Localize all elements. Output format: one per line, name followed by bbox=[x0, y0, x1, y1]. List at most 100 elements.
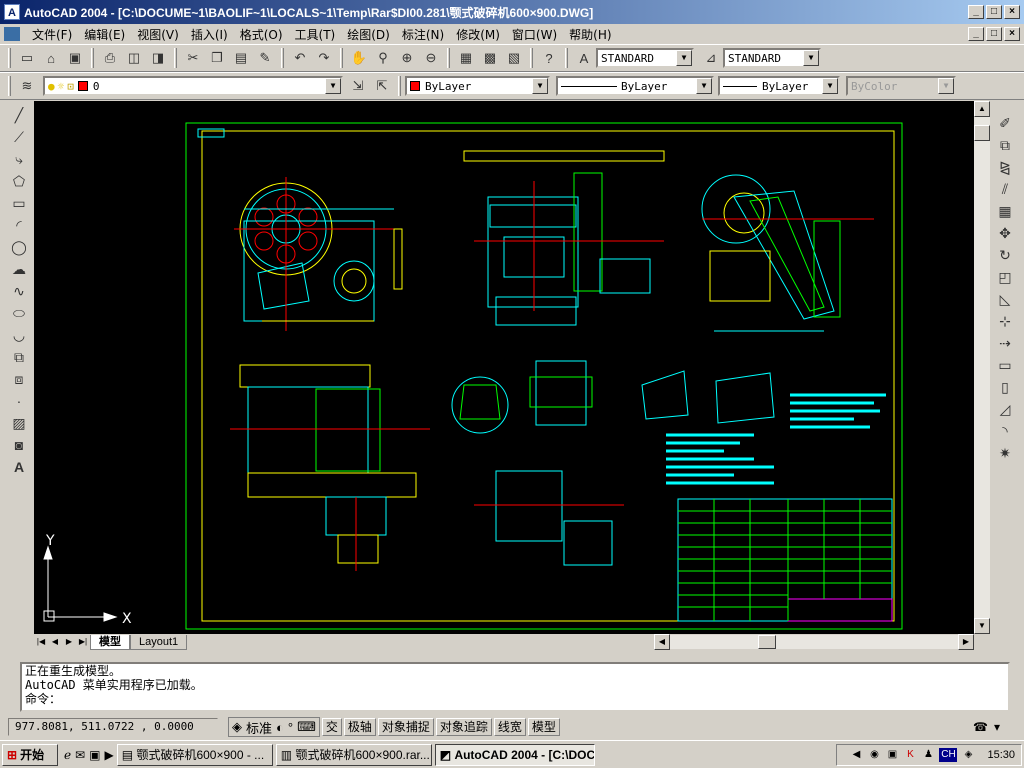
doc-close-button[interactable]: × bbox=[1004, 27, 1020, 41]
zoom-previous-icon[interactable]: ⊖ bbox=[420, 48, 442, 68]
menu-dimension[interactable]: 标注(N) bbox=[396, 26, 450, 43]
taskbar-task-autocad[interactable]: ◩ AutoCAD 2004 - [C:\DOC... bbox=[434, 743, 595, 766]
taskbar-task-winrar[interactable]: ▥ 颚式破碎机600×900.rar... bbox=[275, 743, 432, 766]
ime-status-bar[interactable]: ◈ 标准 ◐ ° ⌨ bbox=[228, 717, 320, 737]
break-at-point-icon[interactable]: ▭ bbox=[995, 354, 1015, 376]
line-icon[interactable]: ╱ bbox=[9, 104, 29, 126]
print-icon[interactable]: ⎙ bbox=[99, 48, 121, 68]
kingsoft-icon[interactable]: K bbox=[903, 748, 917, 762]
color-select[interactable]: ByLayer ▼ bbox=[405, 76, 550, 96]
rotate-icon[interactable]: ↻ bbox=[995, 244, 1015, 266]
redo-icon[interactable]: ↷ bbox=[313, 48, 335, 68]
menu-view[interactable]: 视图(V) bbox=[131, 26, 185, 43]
menu-modify[interactable]: 修改(M) bbox=[450, 26, 506, 43]
properties-icon[interactable]: ▦ bbox=[455, 48, 477, 68]
lineweight-select[interactable]: ByLayer ▼ bbox=[718, 76, 840, 96]
scroll-down-icon[interactable]: ▼ bbox=[974, 618, 990, 634]
polygon-icon[interactable]: ⬠ bbox=[9, 170, 29, 192]
object-tracking-button[interactable]: 对象追踪 bbox=[435, 718, 492, 736]
chevron-down-icon[interactable]: ▼ bbox=[325, 78, 341, 94]
point-icon[interactable]: · bbox=[9, 390, 29, 412]
help-icon[interactable]: ? bbox=[538, 48, 560, 68]
copy-object-icon[interactable]: ⧉ bbox=[995, 134, 1015, 156]
tool-palettes-icon[interactable]: ▧ bbox=[503, 48, 525, 68]
insert-block-icon[interactable]: ⧉ bbox=[9, 346, 29, 368]
layer-manager-icon[interactable]: ≋ bbox=[16, 76, 38, 96]
volume-icon[interactable]: ◀ bbox=[849, 748, 863, 762]
dim-style-icon[interactable]: ⊿ bbox=[700, 48, 722, 68]
close-button[interactable]: × bbox=[1004, 5, 1020, 19]
communication-center-icon[interactable]: ☎ bbox=[973, 720, 988, 734]
menu-edit[interactable]: 编辑(E) bbox=[78, 26, 131, 43]
last-tab-icon[interactable]: ▶| bbox=[76, 635, 90, 649]
doc-minimize-button[interactable]: _ bbox=[968, 27, 984, 41]
menu-help[interactable]: 帮助(H) bbox=[563, 26, 617, 43]
scroll-up-icon[interactable]: ▲ bbox=[974, 101, 990, 117]
make-block-icon[interactable]: ⧈ bbox=[9, 368, 29, 390]
cut-icon[interactable]: ✂ bbox=[182, 48, 204, 68]
arc-icon[interactable]: ◜ bbox=[9, 214, 29, 236]
rectangle-icon[interactable]: ▭ bbox=[9, 192, 29, 214]
offset-icon[interactable]: ⫽ bbox=[995, 178, 1015, 200]
first-tab-icon[interactable]: |◀ bbox=[34, 635, 48, 649]
polyline-icon[interactable]: ⤷ bbox=[9, 148, 29, 170]
ime-keyboard-icon[interactable]: ⌨ bbox=[297, 719, 316, 735]
text-style-icon[interactable]: A bbox=[573, 48, 595, 68]
menu-window[interactable]: 窗口(W) bbox=[506, 26, 563, 43]
command-prompt[interactable]: 命令： bbox=[25, 692, 1008, 706]
print-preview-icon[interactable]: ◫ bbox=[123, 48, 145, 68]
open-file-icon[interactable]: ⌂ bbox=[40, 48, 62, 68]
ime-language-indicator[interactable]: CH bbox=[939, 748, 958, 762]
toolbar-grip[interactable] bbox=[398, 76, 401, 96]
explode-icon[interactable]: ✷ bbox=[995, 442, 1015, 464]
publish-icon[interactable]: ◨ bbox=[147, 48, 169, 68]
prev-tab-icon[interactable]: ◀ bbox=[48, 635, 62, 649]
zoom-window-icon[interactable]: ⊕ bbox=[396, 48, 418, 68]
layer-select[interactable]: ● ☼ ⊡ 0 ▼ bbox=[43, 76, 343, 96]
model-button[interactable]: 模型 bbox=[527, 718, 560, 736]
text-style-select[interactable]: STANDARD ▼ bbox=[596, 48, 694, 68]
region-icon[interactable]: ◙ bbox=[9, 434, 29, 456]
paste-icon[interactable]: ▤ bbox=[230, 48, 252, 68]
tab-layout1[interactable]: Layout1 bbox=[130, 634, 188, 650]
dim-style-select[interactable]: STANDARD ▼ bbox=[723, 48, 821, 68]
chevron-down-icon[interactable]: ▼ bbox=[803, 50, 819, 66]
doc-restore-button[interactable]: □ bbox=[986, 27, 1002, 41]
design-center-icon[interactable]: ▩ bbox=[479, 48, 501, 68]
copy-icon[interactable]: ❐ bbox=[206, 48, 228, 68]
spline-icon[interactable]: ∿ bbox=[9, 280, 29, 302]
revision-cloud-icon[interactable]: ☁ bbox=[9, 258, 29, 280]
construction-line-icon[interactable]: ⟋ bbox=[9, 126, 29, 148]
menu-draw[interactable]: 绘图(D) bbox=[341, 26, 396, 43]
tab-model[interactable]: 模型 bbox=[90, 634, 130, 650]
browser-icon[interactable]: ℯ bbox=[64, 748, 71, 762]
object-snap-button[interactable]: 对象捕捉 bbox=[377, 718, 434, 736]
toolbar-grip[interactable] bbox=[8, 76, 11, 96]
outlook-icon[interactable]: ✉ bbox=[75, 748, 85, 762]
menu-tools[interactable]: 工具(T) bbox=[289, 26, 342, 43]
break-icon[interactable]: ▯ bbox=[995, 376, 1015, 398]
scale-icon[interactable]: ◰ bbox=[995, 266, 1015, 288]
scroll-left-icon[interactable]: ◀ bbox=[654, 634, 670, 650]
minimize-button[interactable]: _ bbox=[968, 5, 984, 19]
horizontal-scrollbar[interactable]: ◀ ▶ bbox=[654, 634, 974, 650]
grid-button[interactable]: 交 bbox=[321, 718, 342, 736]
pan-icon[interactable]: ✋ bbox=[348, 48, 370, 68]
mirror-icon[interactable]: ⧎ bbox=[995, 156, 1015, 178]
taskbar-task-explorer[interactable]: ▤ 颚式破碎机600×900 - ... bbox=[116, 743, 273, 766]
ime-tray-icon[interactable]: ◈ bbox=[961, 748, 975, 762]
toolbar-grip[interactable] bbox=[565, 48, 568, 68]
ellipse-icon[interactable]: ⬭ bbox=[9, 302, 29, 324]
toolbar-grip[interactable] bbox=[8, 48, 11, 68]
ime-punctuation-icon[interactable]: ° bbox=[288, 720, 293, 735]
hatch-icon[interactable]: ▨ bbox=[9, 412, 29, 434]
lineweight-button[interactable]: 线宽 bbox=[493, 718, 526, 736]
ime-half-width-icon[interactable]: ◐ bbox=[276, 720, 284, 735]
network-icon[interactable]: ◉ bbox=[867, 748, 881, 762]
match-properties-icon[interactable]: ✎ bbox=[254, 48, 276, 68]
maximize-button[interactable]: □ bbox=[986, 5, 1002, 19]
status-menu-icon[interactable]: ▾ bbox=[994, 720, 1000, 734]
layer-previous-icon[interactable]: ⇱ bbox=[371, 76, 393, 96]
chevron-down-icon[interactable]: ▼ bbox=[532, 78, 548, 94]
extend-icon[interactable]: ⇢ bbox=[995, 332, 1015, 354]
